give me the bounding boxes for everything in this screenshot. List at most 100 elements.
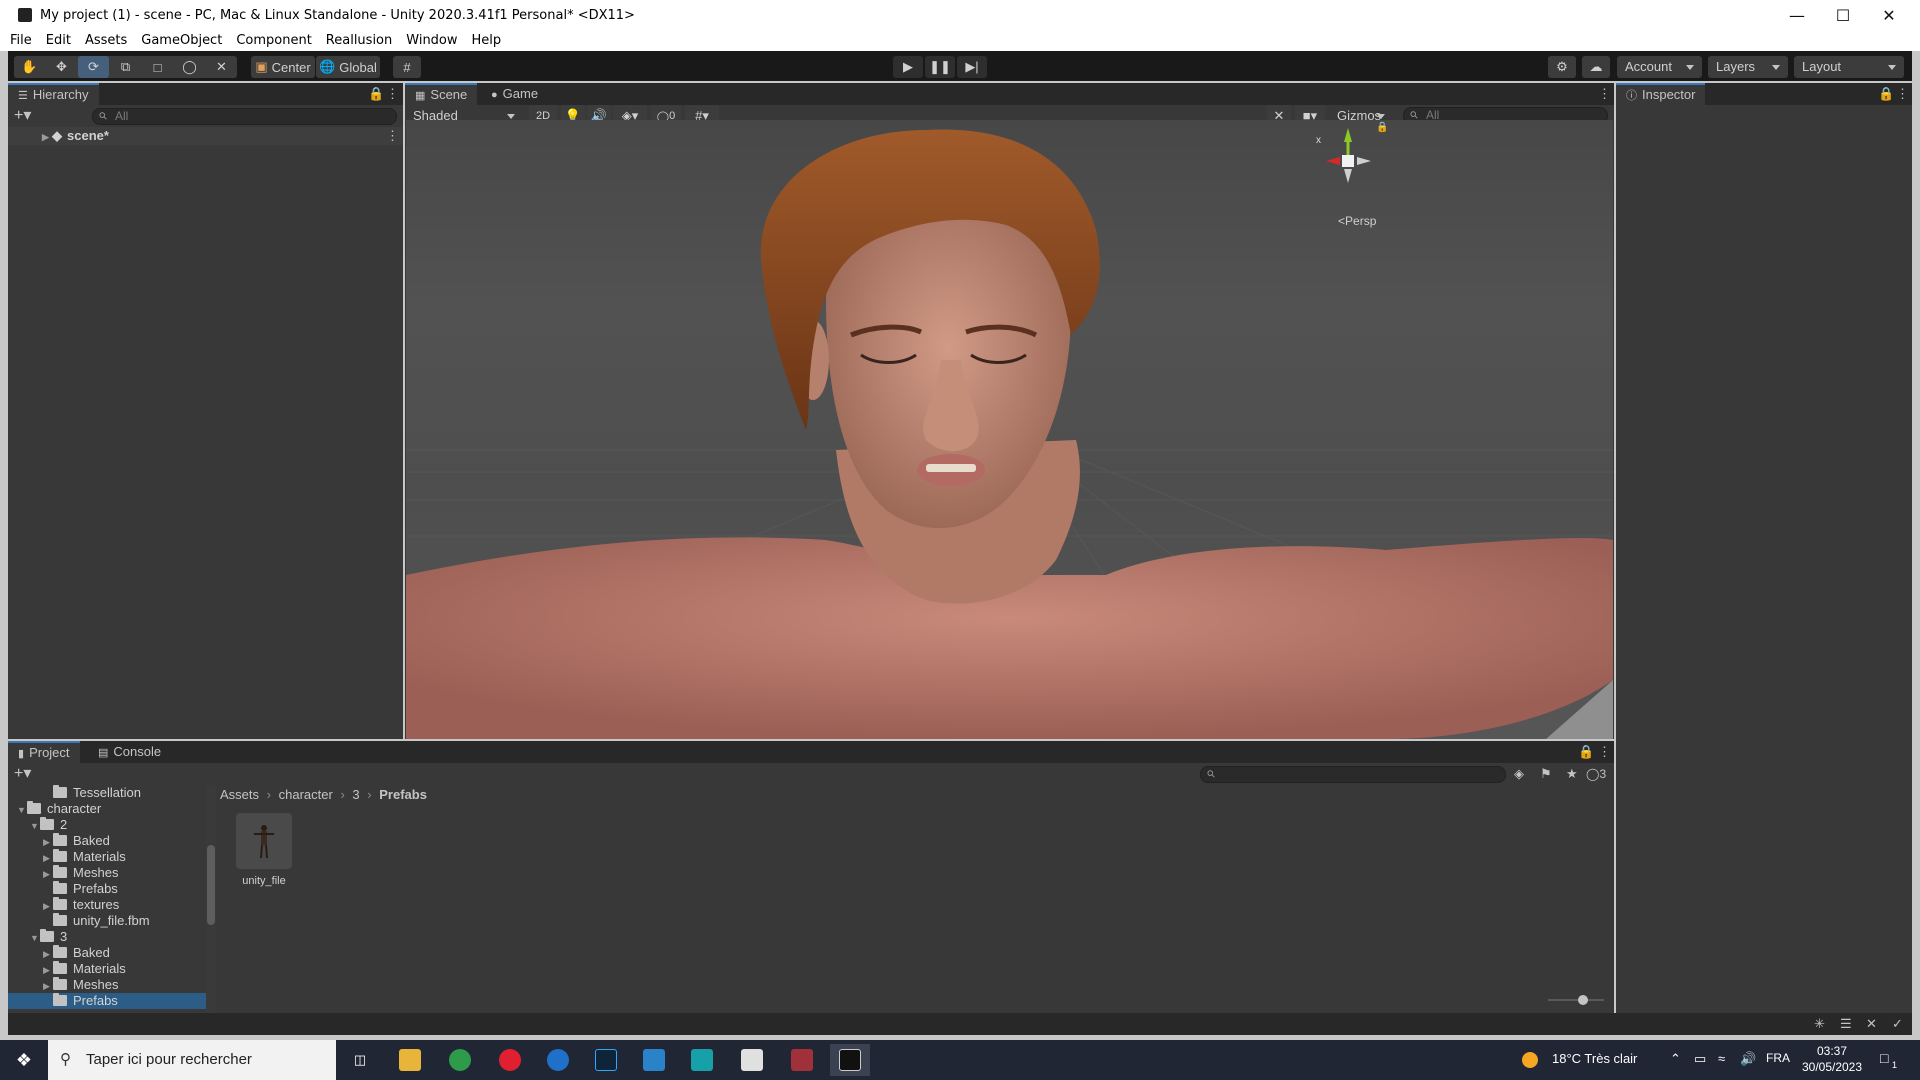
add-icon[interactable]: +▾ — [14, 108, 31, 124]
weather-text[interactable]: 18°C Très clair — [1552, 1051, 1637, 1066]
scene-options-icon[interactable]: ⋮ — [386, 128, 399, 144]
rect-tool-icon[interactable]: □ — [142, 56, 173, 78]
grid-snap-icon[interactable]: # — [393, 56, 421, 78]
expand-arrow-icon[interactable]: ▶ — [43, 850, 53, 866]
folder-tree-item[interactable]: ▼ character — [8, 801, 206, 817]
tab-scene[interactable]: ▦ Scene — [405, 83, 478, 105]
project-search-input[interactable] — [1200, 766, 1506, 783]
minimize-button[interactable]: — — [1774, 0, 1820, 30]
auto-generate-icon[interactable]: ✕ — [1866, 1016, 1877, 1032]
scene-viewport[interactable]: 🔒 y x <Persp — [406, 120, 1613, 739]
tab-hierarchy[interactable]: ☰ Hierarchy — [8, 83, 99, 105]
menu-component[interactable]: Component — [236, 33, 311, 48]
menu-file[interactable]: File — [10, 33, 32, 48]
clock[interactable]: 03:37 30/05/2023 — [1800, 1044, 1864, 1074]
chrome-icon[interactable] — [440, 1044, 480, 1076]
folder-tree-item[interactable]: unity_file.fbm — [8, 913, 206, 929]
folder-tree-item[interactable]: ▶ Meshes — [8, 865, 206, 881]
expand-arrow-icon[interactable]: ▼ — [30, 930, 40, 946]
app-m-teal-icon[interactable] — [682, 1044, 722, 1076]
scene-row[interactable]: ▶ ◆ scene* ⋮ — [8, 127, 403, 145]
rotate-tool-icon[interactable]: ⟳ — [78, 56, 109, 78]
scene-more-icon[interactable]: ⋮ — [1598, 86, 1611, 102]
winrar-icon[interactable] — [782, 1044, 822, 1076]
unity-hub-icon[interactable] — [732, 1044, 772, 1076]
hidden-packages-toggle[interactable]: ◯3 — [1586, 766, 1606, 782]
menu-window[interactable]: Window — [406, 33, 457, 48]
tray-chevron-icon[interactable]: ⌃ — [1670, 1051, 1681, 1067]
file-explorer-icon[interactable] — [390, 1044, 430, 1076]
inspector-lock-icon[interactable]: 🔒 — [1878, 86, 1894, 102]
collab-icon[interactable]: ⚙ — [1548, 56, 1576, 78]
filter-type-icon[interactable]: ◈ — [1514, 766, 1524, 782]
project-add-icon[interactable]: +▾ — [14, 766, 31, 782]
cache-server-icon[interactable]: ☰ — [1840, 1016, 1852, 1032]
layout-dropdown[interactable]: Layout — [1794, 56, 1904, 78]
folder-tree-item[interactable]: ▼ 2 — [8, 817, 206, 833]
space-global-button[interactable]: 🌐 Global — [316, 56, 380, 78]
maximize-button[interactable]: ☐ — [1820, 0, 1866, 30]
transform-tool-icon[interactable]: ◯ — [174, 56, 205, 78]
asset-item[interactable]: unity_file — [232, 813, 296, 897]
folder-tree-item[interactable]: Tessellation — [8, 785, 206, 801]
folder-tree-item[interactable]: Prefabs — [8, 993, 206, 1009]
zoom-slider-thumb[interactable] — [1578, 995, 1588, 1005]
lock-icon[interactable]: 🔒 — [368, 86, 384, 102]
expand-arrow-icon[interactable]: ▶ — [43, 834, 53, 850]
breadcrumb-character[interactable]: character — [279, 787, 333, 802]
menu-help[interactable]: Help — [472, 33, 502, 48]
tab-inspector[interactable]: ⓘ Inspector — [1616, 83, 1706, 105]
breadcrumb-assets[interactable]: Assets — [220, 787, 259, 802]
zoom-slider[interactable] — [1548, 995, 1604, 1005]
folder-tree-item[interactable]: Prefabs — [8, 881, 206, 897]
favorite-star-icon[interactable]: ★ — [1566, 766, 1578, 782]
volume-icon[interactable]: 🔊 — [1740, 1051, 1756, 1067]
menu-edit[interactable]: Edit — [46, 33, 71, 48]
close-button[interactable]: ✕ — [1866, 0, 1912, 30]
breadcrumb-prefabs[interactable]: Prefabs — [379, 787, 427, 802]
notification-center-icon[interactable]: □ — [1880, 1050, 1888, 1066]
folder-tree-item[interactable]: ▶ textures — [8, 897, 206, 913]
breadcrumb-3[interactable]: 3 — [352, 787, 359, 802]
hierarchy-search-input[interactable]: All — [92, 108, 397, 125]
expand-arrow-icon[interactable]: ▶ — [43, 946, 53, 962]
custom-tool-icon[interactable]: ✕ — [206, 56, 237, 78]
menu-assets[interactable]: Assets — [85, 33, 127, 48]
windows-start-icon[interactable]: ❖ — [4, 1044, 44, 1076]
step-button[interactable]: ▶| — [957, 56, 987, 78]
cloud-icon[interactable]: ☁ — [1582, 56, 1610, 78]
menu-gameobject[interactable]: GameObject — [141, 33, 222, 48]
wifi-icon[interactable]: ≈ — [1718, 1051, 1725, 1066]
folder-tree-item[interactable]: ▶ Baked — [8, 833, 206, 849]
app-m-blue-icon[interactable] — [634, 1044, 674, 1076]
progress-check-icon[interactable]: ✓ — [1892, 1016, 1903, 1032]
tab-game[interactable]: ● Game — [481, 83, 548, 105]
menu-reallusion[interactable]: Reallusion — [326, 33, 392, 48]
tab-console[interactable]: ▤ Console — [88, 741, 171, 763]
task-view-icon[interactable]: ◫ — [340, 1044, 380, 1076]
expand-arrow-icon[interactable]: ▶ — [42, 129, 52, 145]
expand-arrow-icon[interactable]: ▼ — [30, 818, 40, 834]
folder-tree-item[interactable]: ▶ Materials — [8, 849, 206, 865]
project-more-icon[interactable]: ⋮ — [1598, 744, 1611, 760]
expand-arrow-icon[interactable]: ▶ — [43, 898, 53, 914]
pivot-center-button[interactable]: ▣ Center — [251, 56, 315, 78]
play-button[interactable]: ▶ — [893, 56, 923, 78]
layers-dropdown[interactable]: Layers — [1708, 56, 1788, 78]
scale-tool-icon[interactable]: ⧉ — [110, 56, 141, 78]
debug-icon[interactable]: ✳ — [1814, 1016, 1825, 1032]
tab-project[interactable]: ▮ Project — [8, 741, 80, 763]
hand-tool-icon[interactable]: ✋ — [14, 56, 45, 78]
photoshop-icon[interactable] — [586, 1044, 626, 1076]
opera-icon[interactable] — [490, 1044, 530, 1076]
tree-scroll-thumb[interactable] — [207, 845, 215, 925]
move-tool-icon[interactable]: ✥ — [46, 56, 77, 78]
folder-tree-item[interactable]: ▶ Materials — [8, 961, 206, 977]
pause-button[interactable]: ❚❚ — [925, 56, 955, 78]
folder-tree-item[interactable]: ▶ Meshes — [8, 977, 206, 993]
gizmo-lock-icon[interactable]: 🔒 — [1376, 122, 1388, 133]
persp-label[interactable]: <Persp — [1338, 214, 1376, 228]
expand-arrow-icon[interactable]: ▼ — [17, 802, 27, 818]
more-options-icon[interactable]: ⋮ — [386, 86, 399, 102]
expand-arrow-icon[interactable]: ▶ — [43, 866, 53, 882]
